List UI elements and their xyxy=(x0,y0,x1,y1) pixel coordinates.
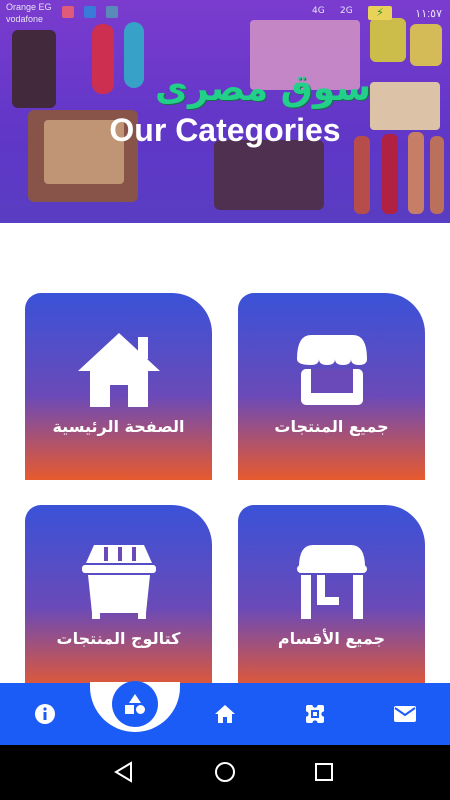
shapes-icon xyxy=(125,694,145,714)
recents-square-icon xyxy=(315,763,333,781)
network-label-1: 4G xyxy=(312,6,325,16)
home-circle-icon xyxy=(215,762,235,782)
category-banner: سوق مصرى Our Categories xyxy=(0,0,450,223)
store-icon xyxy=(296,335,367,405)
category-card-all-products[interactable]: جميع المنتجات xyxy=(238,293,425,480)
puzzle-nav-button[interactable] xyxy=(298,697,332,731)
shop-front-icon xyxy=(296,545,367,619)
bottom-navigation xyxy=(0,682,450,745)
home-system-button[interactable] xyxy=(211,758,239,786)
category-label: كتالوج المنتجات xyxy=(56,629,181,648)
instagram-notification-icon xyxy=(62,6,74,18)
clock: ١١:٥٧ xyxy=(415,8,442,20)
back-button[interactable] xyxy=(110,758,138,786)
mail-nav-button[interactable] xyxy=(388,697,422,731)
network-label-2: 2G xyxy=(340,6,353,16)
category-label: جميع الأقسام xyxy=(277,629,386,648)
status-bar: Orange EG vodafone 4G 2G ⚡ ١١:٥٧ xyxy=(0,0,450,30)
recents-button[interactable] xyxy=(310,758,338,786)
gallery-notification-icon xyxy=(106,6,118,18)
battery-icon: ⚡ xyxy=(368,6,392,20)
carrier-primary: Orange EG xyxy=(6,2,52,12)
back-triangle-icon xyxy=(114,761,132,783)
usb-notification-icon xyxy=(84,6,96,18)
category-card-all-sections[interactable]: جميع الأقسام xyxy=(238,505,425,692)
info-icon xyxy=(35,704,55,724)
categories-fab-button[interactable] xyxy=(112,681,158,727)
catalog-bin-icon xyxy=(81,545,156,619)
home-icon xyxy=(77,333,160,407)
brand-arabic-logo: سوق مصرى xyxy=(155,68,371,109)
home-nav-button[interactable] xyxy=(208,697,242,731)
carrier-secondary: vodafone xyxy=(6,14,44,24)
category-card-home[interactable]: الصفحة الرئيسية xyxy=(25,293,212,480)
system-navigation-bar xyxy=(0,745,450,800)
category-label: الصفحة الرئيسية xyxy=(52,417,185,436)
page-title: Our Categories xyxy=(109,112,341,148)
category-label: جميع المنتجات xyxy=(274,417,389,436)
home-icon xyxy=(215,705,235,723)
puzzle-icon xyxy=(304,703,326,725)
info-nav-button[interactable] xyxy=(28,697,62,731)
mail-icon xyxy=(394,706,416,722)
category-card-catalog[interactable]: كتالوج المنتجات xyxy=(25,505,212,692)
